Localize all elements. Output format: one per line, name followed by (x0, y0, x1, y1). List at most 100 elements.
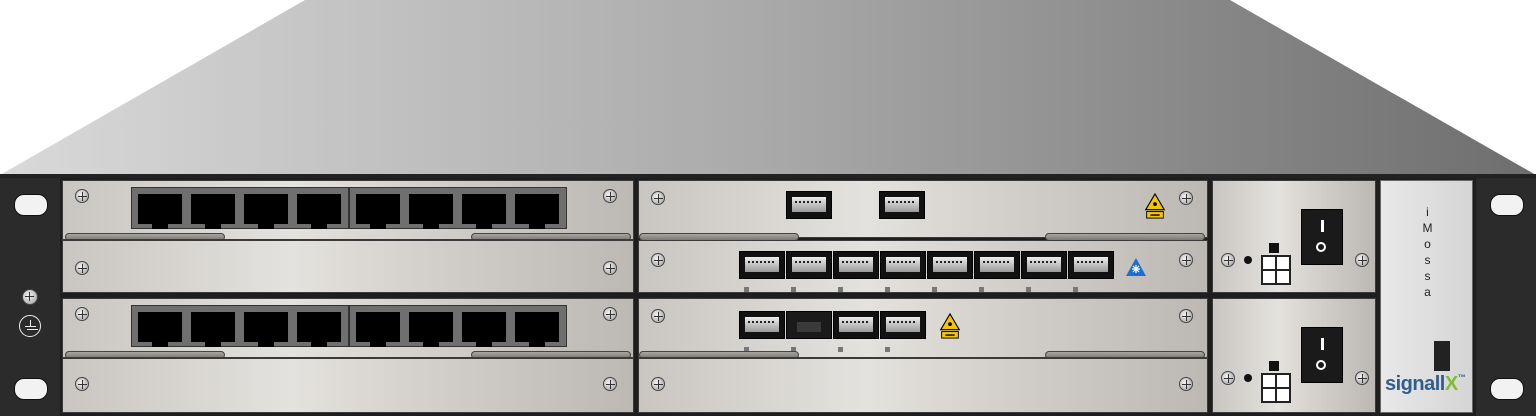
screw-icon (75, 377, 89, 391)
mount-hole (14, 194, 48, 216)
laser-warning-icon (1144, 193, 1166, 219)
rj45-port[interactable] (138, 312, 182, 347)
screw-icon (1355, 371, 1369, 385)
port-led (932, 287, 937, 292)
rj45-port[interactable] (297, 194, 341, 229)
screw-icon (603, 377, 617, 391)
mount-hole (14, 378, 48, 400)
screw-icon (1221, 371, 1235, 385)
product-name-letter: a (1424, 285, 1431, 299)
power-supply-top[interactable] (1212, 180, 1376, 293)
sfp-module-middle[interactable] (638, 240, 1208, 293)
power-connector[interactable] (1261, 255, 1291, 285)
rj45-port[interactable] (515, 194, 559, 229)
screw-icon (603, 261, 617, 275)
sfp-port[interactable] (786, 251, 832, 279)
sfp-port[interactable] (739, 251, 785, 279)
logo-text: signall (1385, 373, 1445, 395)
brand-panel: i M o s s a signallX™ (1380, 180, 1473, 413)
rj45-port[interactable] (462, 194, 506, 229)
screw-icon (1179, 377, 1193, 391)
screw-icon (603, 189, 617, 203)
screw-icon (1221, 253, 1235, 267)
rj45-port[interactable] (191, 312, 235, 347)
rj45-port[interactable] (409, 312, 453, 347)
fiber-module-top[interactable] (638, 180, 1208, 241)
port-led (838, 287, 843, 292)
port-led (1026, 287, 1031, 292)
connector-latch (1269, 243, 1279, 253)
sfp-port-empty[interactable] (786, 311, 832, 339)
module-divider (639, 357, 1207, 359)
rj45-port-group (131, 187, 349, 229)
power-switch-icon[interactable] (1301, 327, 1343, 383)
ground-icon (19, 315, 41, 337)
rj45-port[interactable] (244, 194, 288, 229)
port-led (979, 287, 984, 292)
chassis-top-cover (0, 0, 1536, 180)
reset-button[interactable] (1434, 341, 1450, 371)
port-led (885, 347, 890, 352)
status-led (1244, 256, 1252, 264)
mount-hole (1490, 378, 1524, 400)
screw-icon (651, 309, 665, 323)
laser-warning-icon (939, 313, 961, 339)
product-name-letter: M (1422, 221, 1433, 235)
rj45-port[interactable] (356, 194, 400, 229)
rj45-port[interactable] (515, 312, 559, 347)
port-led (1073, 287, 1078, 292)
rj45-port[interactable] (191, 194, 235, 229)
sfp-port[interactable] (927, 251, 973, 279)
rj45-port[interactable] (138, 194, 182, 229)
module-divider (63, 357, 633, 359)
sfp-port[interactable] (880, 251, 926, 279)
screw-icon (75, 189, 89, 203)
screw-icon (75, 307, 89, 321)
connector-latch (1269, 361, 1279, 371)
product-name-letter: o (1424, 237, 1431, 251)
sfp-port[interactable] (880, 311, 926, 339)
signallx-logo: signallX™ (1385, 373, 1466, 396)
product-name-letter: s (1424, 253, 1431, 267)
screw-icon (1179, 309, 1193, 323)
screw-icon (651, 191, 665, 205)
screw-icon (1179, 253, 1193, 267)
rack-ear-right (1476, 178, 1536, 416)
screw-icon (651, 253, 665, 267)
power-connector[interactable] (1261, 373, 1291, 403)
rj45-port[interactable] (297, 312, 341, 347)
screw-icon (1179, 191, 1193, 205)
port-led (791, 287, 796, 292)
rj45-port[interactable] (462, 312, 506, 347)
sfp-port[interactable] (833, 251, 879, 279)
fiber-module-bottom[interactable] (638, 298, 1208, 413)
rj45-port-group (131, 305, 349, 347)
power-supply-bottom[interactable] (1212, 298, 1376, 413)
mount-hole (1490, 194, 1524, 216)
port-led (744, 287, 749, 292)
port-led (885, 287, 890, 292)
ethernet-module-bottom-left[interactable] (62, 298, 634, 413)
sfp-port[interactable] (974, 251, 1020, 279)
screw-icon (75, 261, 89, 275)
ethernet-module-top-left[interactable] (62, 180, 634, 293)
power-switch-icon[interactable] (1301, 209, 1343, 265)
rj45-port[interactable] (409, 194, 453, 229)
product-name-letter: i (1426, 205, 1429, 219)
sfp-port[interactable] (1021, 251, 1067, 279)
ground-screw-icon (22, 289, 38, 305)
logo-tm: ™ (1457, 373, 1466, 382)
laser-class-icon (1126, 258, 1146, 276)
status-led (1244, 374, 1252, 382)
sfp-port[interactable] (833, 311, 879, 339)
rj45-port[interactable] (356, 312, 400, 347)
sfp-port[interactable] (1068, 251, 1114, 279)
sfp-port[interactable] (739, 311, 785, 339)
rj45-port[interactable] (244, 312, 288, 347)
rj45-port-group (349, 305, 567, 347)
logo-x: X (1444, 373, 1458, 395)
screw-icon (1355, 253, 1369, 267)
product-name-letter: s (1424, 269, 1431, 283)
sfp-port[interactable] (786, 191, 832, 219)
sfp-port[interactable] (879, 191, 925, 219)
